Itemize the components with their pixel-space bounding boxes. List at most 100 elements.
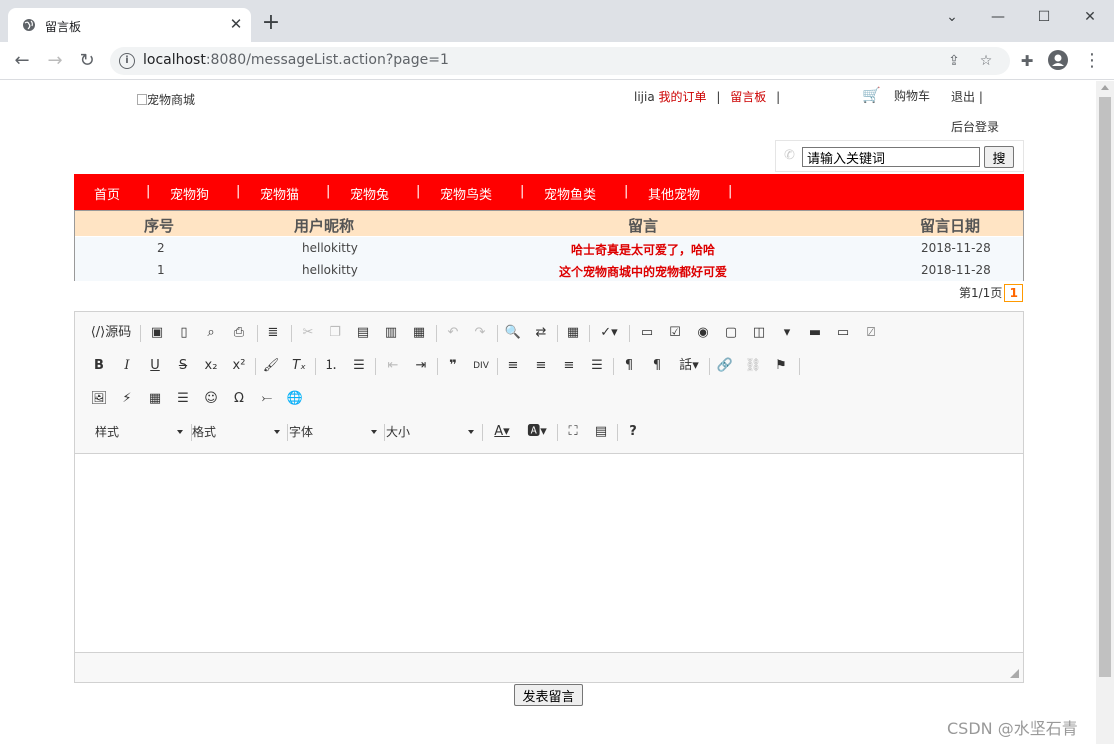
minimize-icon[interactable]: — bbox=[987, 6, 1009, 28]
logout-link[interactable]: 退出 | bbox=[951, 88, 983, 105]
menu-item-rabbits[interactable]: 宠物兔 bbox=[350, 184, 389, 203]
forward-icon[interactable]: → bbox=[43, 50, 67, 72]
new-tab-icon[interactable]: + bbox=[260, 12, 282, 34]
extensions-icon[interactable]: ✚ bbox=[1015, 50, 1039, 72]
maximize-editor-icon[interactable]: ⛶ bbox=[563, 421, 583, 443]
scroll-up-icon[interactable] bbox=[1101, 85, 1109, 90]
format-combo[interactable]: 格式 bbox=[192, 421, 280, 443]
horizontal-rule-icon[interactable]: ☰ bbox=[173, 388, 193, 410]
text-direction-rtl-icon[interactable]: ¶ bbox=[647, 355, 667, 377]
page-scrollbar[interactable] bbox=[1096, 81, 1114, 744]
menu-item-home[interactable]: 首页 bbox=[94, 184, 120, 203]
outdent-icon[interactable]: ⇤ bbox=[383, 355, 403, 377]
menu-item-other[interactable]: 其他宠物 bbox=[648, 184, 700, 203]
numbered-list-icon[interactable]: ⒈ bbox=[321, 355, 341, 377]
image-button-icon[interactable]: ▭ bbox=[833, 322, 853, 344]
share-icon[interactable]: ⇪ bbox=[946, 53, 962, 69]
styles-combo[interactable]: 样式 bbox=[95, 421, 183, 443]
close-window-icon[interactable]: ✕ bbox=[1079, 6, 1101, 28]
search-button[interactable]: 搜 bbox=[984, 146, 1014, 168]
superscript-icon[interactable]: x² bbox=[229, 355, 249, 377]
font-combo[interactable]: 字体 bbox=[289, 421, 377, 443]
browser-tab[interactable]: 留言板 ✕ bbox=[8, 8, 251, 42]
div-container-icon[interactable]: DIV bbox=[471, 355, 491, 377]
paste-icon[interactable]: ▤ bbox=[353, 322, 373, 344]
page-break-icon[interactable]: ⤚ bbox=[257, 388, 277, 410]
menu-kebab-icon[interactable]: ⋮ bbox=[1080, 50, 1104, 72]
paste-word-icon[interactable]: ▦ bbox=[409, 322, 429, 344]
editor-content-area[interactable] bbox=[75, 453, 1023, 653]
source-button[interactable]: ⟨/⟩源码 bbox=[89, 322, 133, 344]
select-all-icon[interactable]: ▦ bbox=[563, 322, 583, 344]
replace-icon[interactable]: ⇄ bbox=[531, 322, 551, 344]
special-char-icon[interactable]: Ω bbox=[229, 388, 249, 410]
menu-item-birds[interactable]: 宠物鸟类 bbox=[440, 184, 492, 203]
align-center-icon[interactable]: ≡ bbox=[531, 355, 551, 377]
size-combo[interactable]: 大小 bbox=[386, 421, 474, 443]
radio-icon[interactable]: ◉ bbox=[693, 322, 713, 344]
site-logo[interactable]: 宠物商城 bbox=[137, 91, 195, 108]
cart-link[interactable]: 🛒 购物车 bbox=[862, 86, 930, 104]
resize-handle-icon[interactable] bbox=[1010, 669, 1019, 678]
blockquote-icon[interactable]: ❞ bbox=[443, 355, 463, 377]
remove-format-icon[interactable]: Tₓ bbox=[289, 355, 309, 377]
subscript-icon[interactable]: x₂ bbox=[201, 355, 221, 377]
menu-item-fish[interactable]: 宠物鱼类 bbox=[544, 184, 596, 203]
checkbox-icon[interactable]: ☑ bbox=[665, 322, 685, 344]
background-color-icon[interactable]: 🅰▾ bbox=[523, 421, 551, 443]
close-tab-icon[interactable]: ✕ bbox=[227, 15, 245, 33]
unlink-icon[interactable]: ⛓ bbox=[743, 355, 763, 377]
table-icon[interactable]: ▦ bbox=[145, 388, 165, 410]
cut-icon[interactable]: ✂ bbox=[298, 322, 318, 344]
align-right-icon[interactable]: ≡ bbox=[559, 355, 579, 377]
textarea-icon[interactable]: ◫ bbox=[749, 322, 769, 344]
admin-login-link[interactable]: 后台登录 bbox=[951, 118, 999, 135]
reload-icon[interactable]: ↻ bbox=[75, 50, 99, 72]
flash-icon[interactable]: ⚡ bbox=[117, 388, 137, 410]
anchor-flag-icon[interactable]: ⚑ bbox=[771, 355, 791, 377]
image-icon[interactable]: 🖼 bbox=[89, 388, 109, 410]
strikethrough-icon[interactable]: S bbox=[173, 355, 193, 377]
indent-icon[interactable]: ⇥ bbox=[411, 355, 431, 377]
text-direction-ltr-icon[interactable]: ¶ bbox=[619, 355, 639, 377]
smiley-icon[interactable]: ☺ bbox=[201, 388, 221, 410]
language-icon[interactable]: 話▾ bbox=[675, 355, 703, 377]
paste-text-icon[interactable]: ▥ bbox=[381, 322, 401, 344]
find-icon[interactable]: 🔍 bbox=[503, 322, 523, 344]
submit-message-button[interactable]: 发表留言 bbox=[514, 684, 583, 706]
iframe-icon[interactable]: 🌐 bbox=[285, 388, 305, 410]
message-board-link[interactable]: 留言板 bbox=[730, 90, 766, 104]
menu-item-cats[interactable]: 宠物猫 bbox=[260, 184, 299, 203]
page-number-current[interactable]: 1 bbox=[1004, 284, 1024, 302]
my-orders-link[interactable]: 我的订单 bbox=[659, 90, 707, 104]
copy-format-icon[interactable]: 🖌 bbox=[261, 355, 281, 377]
hidden-field-icon[interactable]: ⍁ bbox=[861, 322, 881, 344]
text-color-icon[interactable]: A▾ bbox=[489, 421, 515, 443]
save-icon[interactable]: ▣ bbox=[147, 322, 167, 344]
bold-icon[interactable]: B bbox=[89, 355, 109, 377]
bookmark-star-icon[interactable]: ☆ bbox=[978, 53, 994, 69]
tab-search-icon[interactable]: ⌄ bbox=[941, 6, 963, 28]
scrollbar-thumb[interactable] bbox=[1099, 97, 1111, 677]
menu-item-dogs[interactable]: 宠物狗 bbox=[170, 184, 209, 203]
back-icon[interactable]: ← bbox=[10, 50, 34, 72]
button-field-icon[interactable]: ▬ bbox=[805, 322, 825, 344]
show-blocks-icon[interactable]: ▤ bbox=[591, 421, 611, 443]
search-input[interactable] bbox=[802, 147, 980, 167]
undo-icon[interactable]: ↶ bbox=[443, 322, 463, 344]
help-icon[interactable]: ? bbox=[623, 421, 643, 443]
justify-icon[interactable]: ☰ bbox=[587, 355, 607, 377]
align-left-icon[interactable]: ≡ bbox=[503, 355, 523, 377]
link-icon[interactable]: 🔗 bbox=[715, 355, 735, 377]
underline-icon[interactable]: U bbox=[145, 355, 165, 377]
form-icon[interactable]: ▭ bbox=[637, 322, 657, 344]
print-icon[interactable]: ⎙ bbox=[229, 322, 249, 344]
textfield-icon[interactable]: ▢ bbox=[721, 322, 741, 344]
preview-icon[interactable]: ⌕ bbox=[201, 322, 221, 344]
bulleted-list-icon[interactable]: ☰ bbox=[349, 355, 369, 377]
redo-icon[interactable]: ↷ bbox=[470, 322, 490, 344]
italic-icon[interactable]: I bbox=[117, 355, 137, 377]
copy-icon[interactable]: ❐ bbox=[325, 322, 345, 344]
select-field-icon[interactable]: ▾ bbox=[777, 322, 797, 344]
site-info-icon[interactable]: i bbox=[119, 53, 135, 69]
